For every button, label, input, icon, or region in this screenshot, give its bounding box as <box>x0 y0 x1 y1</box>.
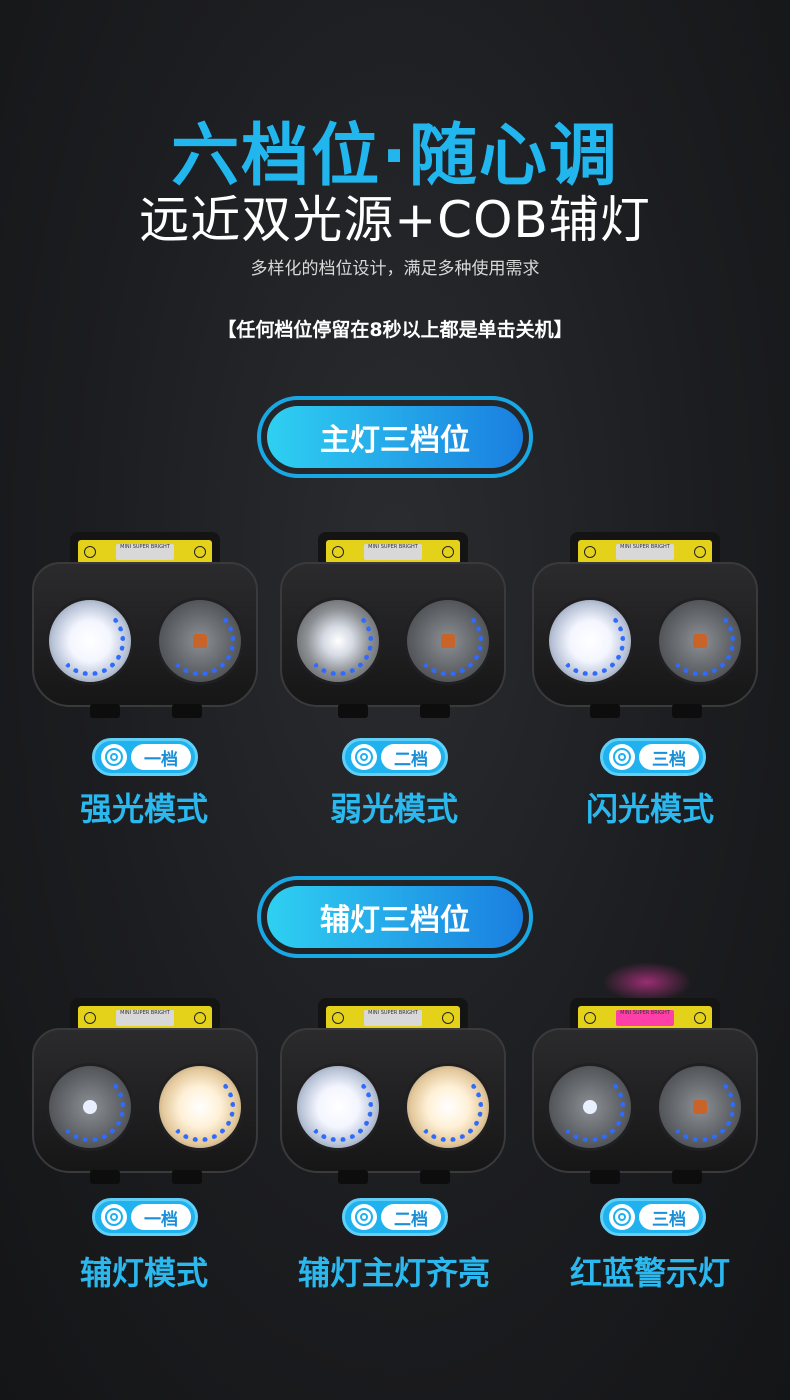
fingerprint-icon <box>101 744 127 770</box>
mode-label: 弱光模式 <box>329 790 458 828</box>
aux-light-section-label: 辅灯三档位 <box>267 886 523 948</box>
fingerprint-icon <box>351 744 377 770</box>
main-lens <box>294 597 382 685</box>
main-lens <box>46 597 134 685</box>
headlamp-image-warning: MINI SUPER BRIGHT <box>532 962 758 1188</box>
level-label: 二档 <box>381 1204 441 1230</box>
main-lens <box>46 1063 134 1151</box>
page-description: 多样化的档位设计，满足多种使用需求 <box>250 259 540 279</box>
level-label: 三档 <box>639 744 699 770</box>
aux-lens <box>404 1063 492 1151</box>
aux-lens <box>156 1063 244 1151</box>
shutdown-note: 【任何档位停留在8秒以上都是单击关机】 <box>217 319 573 341</box>
level-badge-3[interactable]: 三档 <box>600 738 706 776</box>
main-light-section-label: 主灯三档位 <box>267 406 523 468</box>
aux-lens <box>656 1063 744 1151</box>
page-subtitle: 远近双光源+COB辅灯 <box>139 191 651 249</box>
main-light-section-button[interactable]: 主灯三档位 <box>257 396 533 478</box>
mode-label: 红蓝警示灯 <box>569 1254 730 1292</box>
mode-label: 强光模式 <box>79 790 208 828</box>
level-label: 一档 <box>131 744 191 770</box>
fingerprint-icon <box>609 1204 635 1230</box>
level-badge-1[interactable]: 一档 <box>92 738 198 776</box>
main-lens <box>546 597 634 685</box>
main-lens <box>294 1063 382 1151</box>
level-badge-1[interactable]: 一档 <box>92 1198 198 1236</box>
level-label: 一档 <box>131 1204 191 1230</box>
headlamp-image-both: MINI SUPER BRIGHT <box>280 998 506 1188</box>
level-label: 三档 <box>639 1204 699 1230</box>
headlamp-image-aux: MINI SUPER BRIGHT <box>32 998 258 1188</box>
headlamp-image-flash: MINI SUPER BRIGHT <box>532 532 758 722</box>
aux-lens <box>156 597 244 685</box>
main-lens <box>546 1063 634 1151</box>
fingerprint-icon <box>101 1204 127 1230</box>
headlamp-image-strong: MINI SUPER BRIGHT <box>32 532 258 722</box>
level-badge-2[interactable]: 二档 <box>342 738 448 776</box>
fingerprint-icon <box>351 1204 377 1230</box>
headlamp-image-weak: MINI SUPER BRIGHT <box>280 532 506 722</box>
level-label: 二档 <box>381 744 441 770</box>
fingerprint-icon <box>609 744 635 770</box>
mode-label: 辅灯主灯齐亮 <box>297 1254 490 1292</box>
mode-label: 闪光模式 <box>585 790 714 828</box>
aux-lens <box>656 597 744 685</box>
level-badge-2[interactable]: 二档 <box>342 1198 448 1236</box>
aux-light-section-button[interactable]: 辅灯三档位 <box>257 876 533 958</box>
level-badge-3[interactable]: 三档 <box>600 1198 706 1236</box>
aux-lens <box>404 597 492 685</box>
mode-label: 辅灯模式 <box>79 1254 208 1292</box>
